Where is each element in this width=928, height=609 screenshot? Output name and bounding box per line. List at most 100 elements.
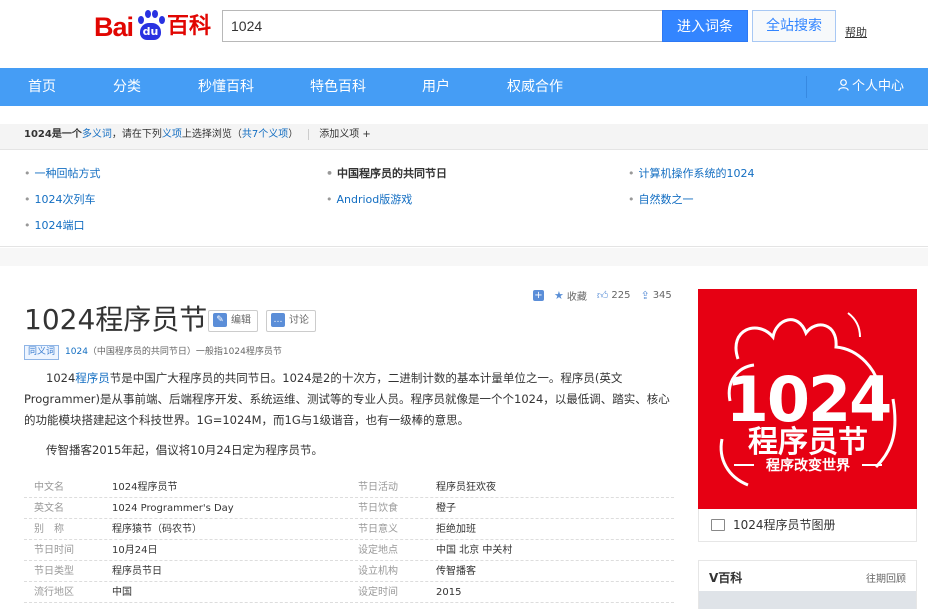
polysemy-mid: ，请在下列	[111, 129, 162, 140]
nav-item-miaodong[interactable]: 秒懂百科	[198, 68, 254, 106]
pencil-icon: ✎	[213, 313, 227, 327]
sense-item[interactable]: • Andriod版游戏	[326, 193, 412, 207]
info-key: 节日饮食	[358, 503, 398, 514]
vbaike-card: V百科 往期回顾	[698, 560, 917, 609]
like-count: 225	[611, 289, 631, 301]
info-value: 中国	[112, 587, 132, 598]
edit-button[interactable]: ✎ 编辑	[208, 310, 258, 332]
polysemy-prefix: 1024是一个	[24, 129, 82, 140]
section-gap	[0, 248, 928, 266]
discuss-button-label: 讨论	[289, 315, 309, 326]
comment-icon: …	[271, 313, 285, 327]
synonym-link[interactable]: 1024	[65, 347, 88, 357]
logo-text-baike: 百科	[167, 14, 212, 39]
table-row: 英文名 1024 Programmer's Day 节日饮食 橙子	[24, 498, 674, 519]
poster-name-text: 程序员节	[748, 425, 868, 460]
sense-item[interactable]: • 1024次列车	[24, 193, 96, 207]
nav-item-category[interactable]: 分类	[113, 68, 141, 106]
paw-icon: du	[134, 10, 166, 42]
info-key: 流行地区	[34, 587, 74, 598]
collect-label[interactable]: 收藏	[567, 288, 587, 303]
sense-item[interactable]: • 计算机操作系统的1024	[628, 167, 755, 181]
main-nav: 首页 分类 秒懂百科 特色百科 用户 权威合作 个人中心	[0, 68, 928, 106]
poster-slogan-text: 程序改变世界	[766, 457, 851, 474]
sense-item-label: 中国程序员的共同节日	[337, 167, 448, 180]
sense-list: • 一种回帖方式 • 中国程序员的共同节日 • 计算机操作系统的1024 • 1024次…	[0, 151, 928, 247]
synonym-tag[interactable]: 同义词	[24, 345, 60, 360]
enter-entry-button[interactable]: 进入词条	[662, 10, 748, 42]
nav-item-authority[interactable]: 权威合作	[507, 68, 563, 106]
thumbs-up-icon[interactable]: 👍︎	[597, 289, 609, 302]
sense-item[interactable]: • 1024端口	[24, 219, 85, 233]
info-key: 节日活动	[358, 482, 398, 493]
polysemy-close: ）	[288, 129, 299, 140]
star-icon[interactable]: ★	[554, 289, 564, 302]
album-caption[interactable]: 1024程序员节图册	[698, 509, 917, 542]
vbaike-more-link[interactable]: 往期回顾	[866, 570, 906, 585]
baike-page: Bai du 百科 1024 进入词条 全站搜索 帮助 首页 分类 秒懂百科 特…	[0, 0, 928, 609]
polysemy-suffix: 上选择浏览（	[181, 129, 242, 140]
divider	[308, 128, 310, 140]
share-count: 345	[652, 289, 672, 301]
sense-item-current: • 中国程序员的共同节日	[326, 167, 447, 181]
discuss-button[interactable]: … 讨论	[266, 310, 316, 332]
info-key: 设定时间	[358, 587, 398, 598]
info-value: 1024程序员节	[112, 482, 178, 493]
info-key: 节日意义	[358, 524, 398, 535]
bullet-icon: •	[24, 193, 31, 206]
vbaike-title: V百科	[709, 571, 743, 585]
nav-item-special[interactable]: 特色百科	[310, 68, 366, 106]
bullet-icon: •	[326, 193, 333, 206]
info-key: 中文名	[34, 482, 64, 493]
info-value: 10月24日	[112, 545, 158, 556]
nav-item-user[interactable]: 用户	[422, 68, 450, 106]
vbaike-thumbnail[interactable]	[699, 591, 916, 609]
synonym-row: 同义词 1024（中国程序员的共同节日）一般指1024程序员节	[24, 345, 282, 360]
entry-title: 1024程序员节	[24, 303, 208, 336]
entry-actions: + ★ 收藏 👍︎ 225 ⇪ 345	[533, 288, 678, 303]
header: Bai du 百科 1024 进入词条 全站搜索 帮助	[0, 0, 928, 68]
add-sense-link[interactable]: 添加义项 +	[319, 129, 371, 140]
add-icon[interactable]: +	[533, 289, 544, 301]
sense-word-link[interactable]: 义项	[162, 129, 182, 140]
sense-item-label: 一种回帖方式	[34, 167, 101, 180]
polysemy-bar: 1024是一个多义词，请在下列义项上选择浏览（共7个义项） 添加义项 +	[0, 124, 928, 150]
nav-divider	[806, 76, 807, 98]
info-key: 设立机构	[358, 566, 398, 577]
summary-paragraph-2: 传智播客2015年起，倡议将10月24日定为程序员节。	[46, 443, 324, 457]
bullet-icon: •	[628, 193, 635, 206]
table-row: 节日类型 程序员节日 设立机构 传智播客	[24, 561, 674, 582]
picture-icon	[711, 518, 725, 531]
info-key: 英文名	[34, 503, 64, 514]
help-link[interactable]: 帮助	[845, 24, 867, 40]
sense-item-label: 自然数之一	[638, 193, 694, 206]
poster-graphic: 1024 程序员节 程序改变世界	[719, 312, 897, 487]
synonym-text: （中国程序员的共同节日）一般指1024程序员节	[87, 347, 282, 357]
share-icon[interactable]: ⇪	[640, 289, 649, 302]
sense-item[interactable]: • 自然数之一	[628, 193, 694, 207]
logo-text-du: du	[140, 23, 162, 40]
search-input[interactable]: 1024	[222, 10, 663, 42]
summary-text: 节是中国广大程序员的共同节日。1024是2的十次方，二进制计数的基本计量单位之一…	[24, 371, 670, 427]
info-key: 节日类型	[34, 566, 74, 577]
programmer-link[interactable]: 程序员	[75, 371, 110, 385]
info-value: 程序猿节（码农节）	[112, 524, 202, 535]
bullet-icon: •	[628, 167, 635, 180]
entry-poster-image[interactable]: 1024 程序员节 程序改变世界	[698, 289, 917, 509]
sense-item-label: Andriod版游戏	[336, 193, 413, 206]
table-row: 别 称 程序猿节（码农节） 节日意义 拒绝加班	[24, 519, 674, 540]
summary-text: 1024	[46, 371, 76, 385]
info-value: 2015	[436, 587, 462, 598]
summary-paragraph: 1024程序员节是中国广大程序员的共同节日。1024是2的十次方，二进制计数的基…	[24, 368, 674, 431]
info-value: 程序员节日	[112, 566, 162, 577]
sense-item[interactable]: • 一种回帖方式	[24, 167, 101, 181]
nav-item-home[interactable]: 首页	[28, 68, 56, 106]
table-row: 流行地区 中国 设定时间 2015	[24, 582, 674, 603]
polysemy-word-link[interactable]: 多义词	[82, 129, 112, 140]
site-search-button[interactable]: 全站搜索	[752, 10, 836, 42]
paw-toe	[159, 16, 166, 24]
baidu-baike-logo[interactable]: Bai du 百科	[94, 8, 211, 42]
album-caption-label: 1024程序员节图册	[733, 518, 836, 532]
bullet-icon: •	[24, 167, 31, 180]
user-center-link[interactable]: 个人中心	[838, 68, 904, 106]
